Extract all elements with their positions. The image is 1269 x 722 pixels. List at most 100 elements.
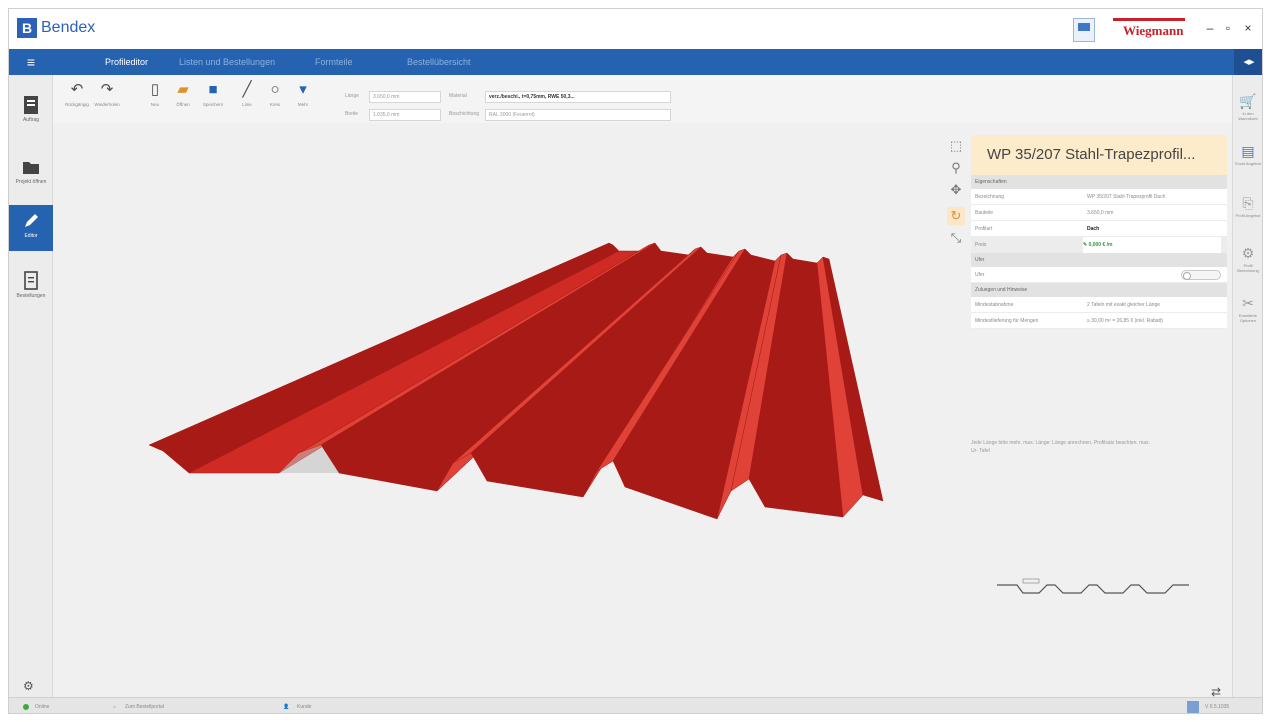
brand-logo: Wiegmann [1113,18,1185,42]
sidebar-item-label: Editor [24,233,38,239]
property-key: Bauteile [975,210,994,216]
price-value[interactable]: ✎ 0,000 € /m [1083,237,1221,253]
home-link[interactable]: Zum Bestellportal [125,698,164,713]
property-key: Profilart [975,226,993,232]
tool-label: Öffnen [176,102,190,107]
new-document-icon: ▯ [150,81,160,98]
list-document-icon [24,271,38,290]
sidebar-item-berechnung[interactable]: ⚙ Profil Berechnung [1233,239,1262,283]
more-button[interactable]: ▾ Mehr [289,81,317,107]
pan-icon[interactable]: ✥ [947,181,965,199]
width-label: Breite [345,111,359,117]
minimize-button[interactable]: – [1203,21,1217,35]
property-value: 2 Tafeln mit exakt gleicher Länge [1087,302,1161,308]
sidebar-item-editor[interactable]: Editor [9,205,53,251]
tool-label: Wiederholen [94,102,120,107]
redo-button[interactable]: ↷ Wiederholen [93,81,121,107]
length-field[interactable]: 3.650,0 mm [369,91,441,103]
zoom-region-icon[interactable]: ⬚ [947,137,965,155]
3d-viewport[interactable]: ⬚ ⚲ ✥ ↻ ⤡ WP 35/207 Stahl-Trapezprofil..… [53,123,1233,699]
tab-profileditor[interactable]: Profileditor [95,49,158,75]
calculator-icon[interactable] [1073,18,1095,42]
close-button[interactable]: × [1241,21,1255,35]
property-row: Mindestabnahme 2 Tafeln mit exakt gleiche… [971,297,1227,313]
version-text: V 6.5.1035 [1205,704,1230,710]
sidebar-item-optionen[interactable]: ✂ Erweiterte Optionen [1233,289,1262,333]
new-button[interactable]: ▯ Neu [141,81,169,107]
open-button[interactable]: ▰ Öffnen [169,81,197,107]
gear-icon: ⚙ [1241,245,1255,261]
sidebar-item-projekt[interactable]: Projekt öffnen [9,151,53,197]
tab-bestelluebersicht[interactable]: Bestellübersicht [397,49,481,75]
status-bar: Online ⌂ Zum Bestellportal 👤 Kunde V 6.5… [9,697,1262,713]
left-sidebar: Auftrag Projekt öffnen Editor Bestellung… [9,75,53,697]
sidebar-item-label: Profil Angebot [1235,213,1261,218]
fit-icon[interactable]: ⤡ [947,229,965,247]
sidebar-item-profil-angebot[interactable]: ⎘ Profil Angebot [1233,189,1262,233]
tool-label: Rückgängig [65,102,89,107]
circle-icon: ○ [270,81,280,98]
sidebar-item-label: Excel Angebot [1235,161,1261,166]
app-window: B Bendex Wiegmann – ▫ × ≡ Profileditor L… [8,8,1263,714]
user-icon: 👤 [283,704,290,710]
document-icon [24,96,38,114]
tool-label: Linie [242,102,252,107]
sidebar-item-bestellungen[interactable]: Bestellungen [9,265,53,311]
line-tool-button[interactable]: ╱ Linie [233,81,261,107]
zoom-icon[interactable]: ⚲ [947,159,965,177]
notification-icon[interactable] [1187,701,1199,713]
sidebar-item-label: Projekt öffnen [15,179,47,185]
maximize-button[interactable]: ▫ [1221,21,1235,35]
tool-label: Speichern [202,102,224,107]
title-bar: B Bendex Wiegmann – ▫ × [9,9,1262,49]
trapezoidal-sheet-render [148,242,884,520]
status-online-icon [23,704,29,710]
profile-cross-section-icon [997,578,1189,594]
coating-label: Beschichtung [449,111,480,117]
tools-icon: ✂ [1242,295,1254,311]
sidebar-item-cart[interactable]: 🛒 In den Warenkorb [1233,87,1262,131]
property-key: Ufer [975,272,985,278]
right-sidebar: 🛒 In den Warenkorb ▤ Excel Angebot ⎘ Profil… [1232,75,1262,697]
property-value[interactable]: Dach [1087,221,1225,237]
material-label: Material [449,93,467,99]
sidebar-item-label: In den Warenkorb [1238,111,1258,121]
tool-label: Mehr [297,102,309,107]
sidebar-item-excel[interactable]: ▤ Excel Angebot [1233,137,1262,181]
ufer-toggle[interactable] [1181,270,1221,280]
toolbar: ↶ Rückgängig ↷ Wiederholen ▯ Neu ▰ Öffnen ■ S… [53,75,1233,123]
property-key: Mindestabnahme [975,302,1014,308]
property-row: Preis ✎ 0,000 € /m [971,237,1227,253]
coating-select[interactable]: RAL 3000 (Feuerrot) [485,109,671,121]
folder-icon [23,162,39,174]
status-text: Online [35,704,50,710]
section-ufer: Ufer [971,253,1227,267]
user-name: Kunde [297,704,312,710]
tab-listen[interactable]: Listen und Bestellungen [169,49,285,75]
section-eigenschaften: Eigenschaften [971,175,1227,189]
sidebar-item-auftrag[interactable]: Auftrag [9,89,53,135]
width-field[interactable]: 1.035,0 mm [369,109,441,121]
brand-logo-text: Wiegmann [1123,23,1184,38]
property-row: Profilart Dach [971,221,1227,237]
dropdown-arrow-icon: ▾ [299,81,307,98]
tab-formteile[interactable]: Formteile [305,49,363,75]
collapse-panel-icon[interactable]: ◂▸ [1234,49,1262,75]
app-name: Bendex [41,19,96,36]
rotate-icon[interactable]: ↻ [947,207,965,225]
property-value[interactable]: WP 35/207 Stahl-Trapezprofil Dach [1087,189,1225,205]
app-logo-icon: B [17,18,37,38]
settings-gear-icon[interactable]: ⚙ [23,679,37,693]
hamburger-menu-icon[interactable]: ≡ [9,49,53,75]
home-icon[interactable]: ⌂ [113,698,116,713]
circle-tool-button[interactable]: ○ Kreis [261,81,289,107]
sidebar-item-label: Profil Berechnung [1237,263,1259,273]
material-select[interactable]: verz./beschi., t=0,75mm, RWE 50,3... [485,91,671,103]
length-label: Länge [345,93,359,99]
save-icon: ■ [208,81,218,98]
sidebar-item-label: Erweiterte Optionen [1238,313,1257,323]
undo-button[interactable]: ↶ Rückgängig [63,81,91,107]
property-value[interactable]: 3.650,0 mm [1087,205,1225,221]
save-button[interactable]: ■ Speichern [199,81,227,107]
note-text: Jede Länge bitte mehr. max. Länge: Länge… [971,440,1151,454]
